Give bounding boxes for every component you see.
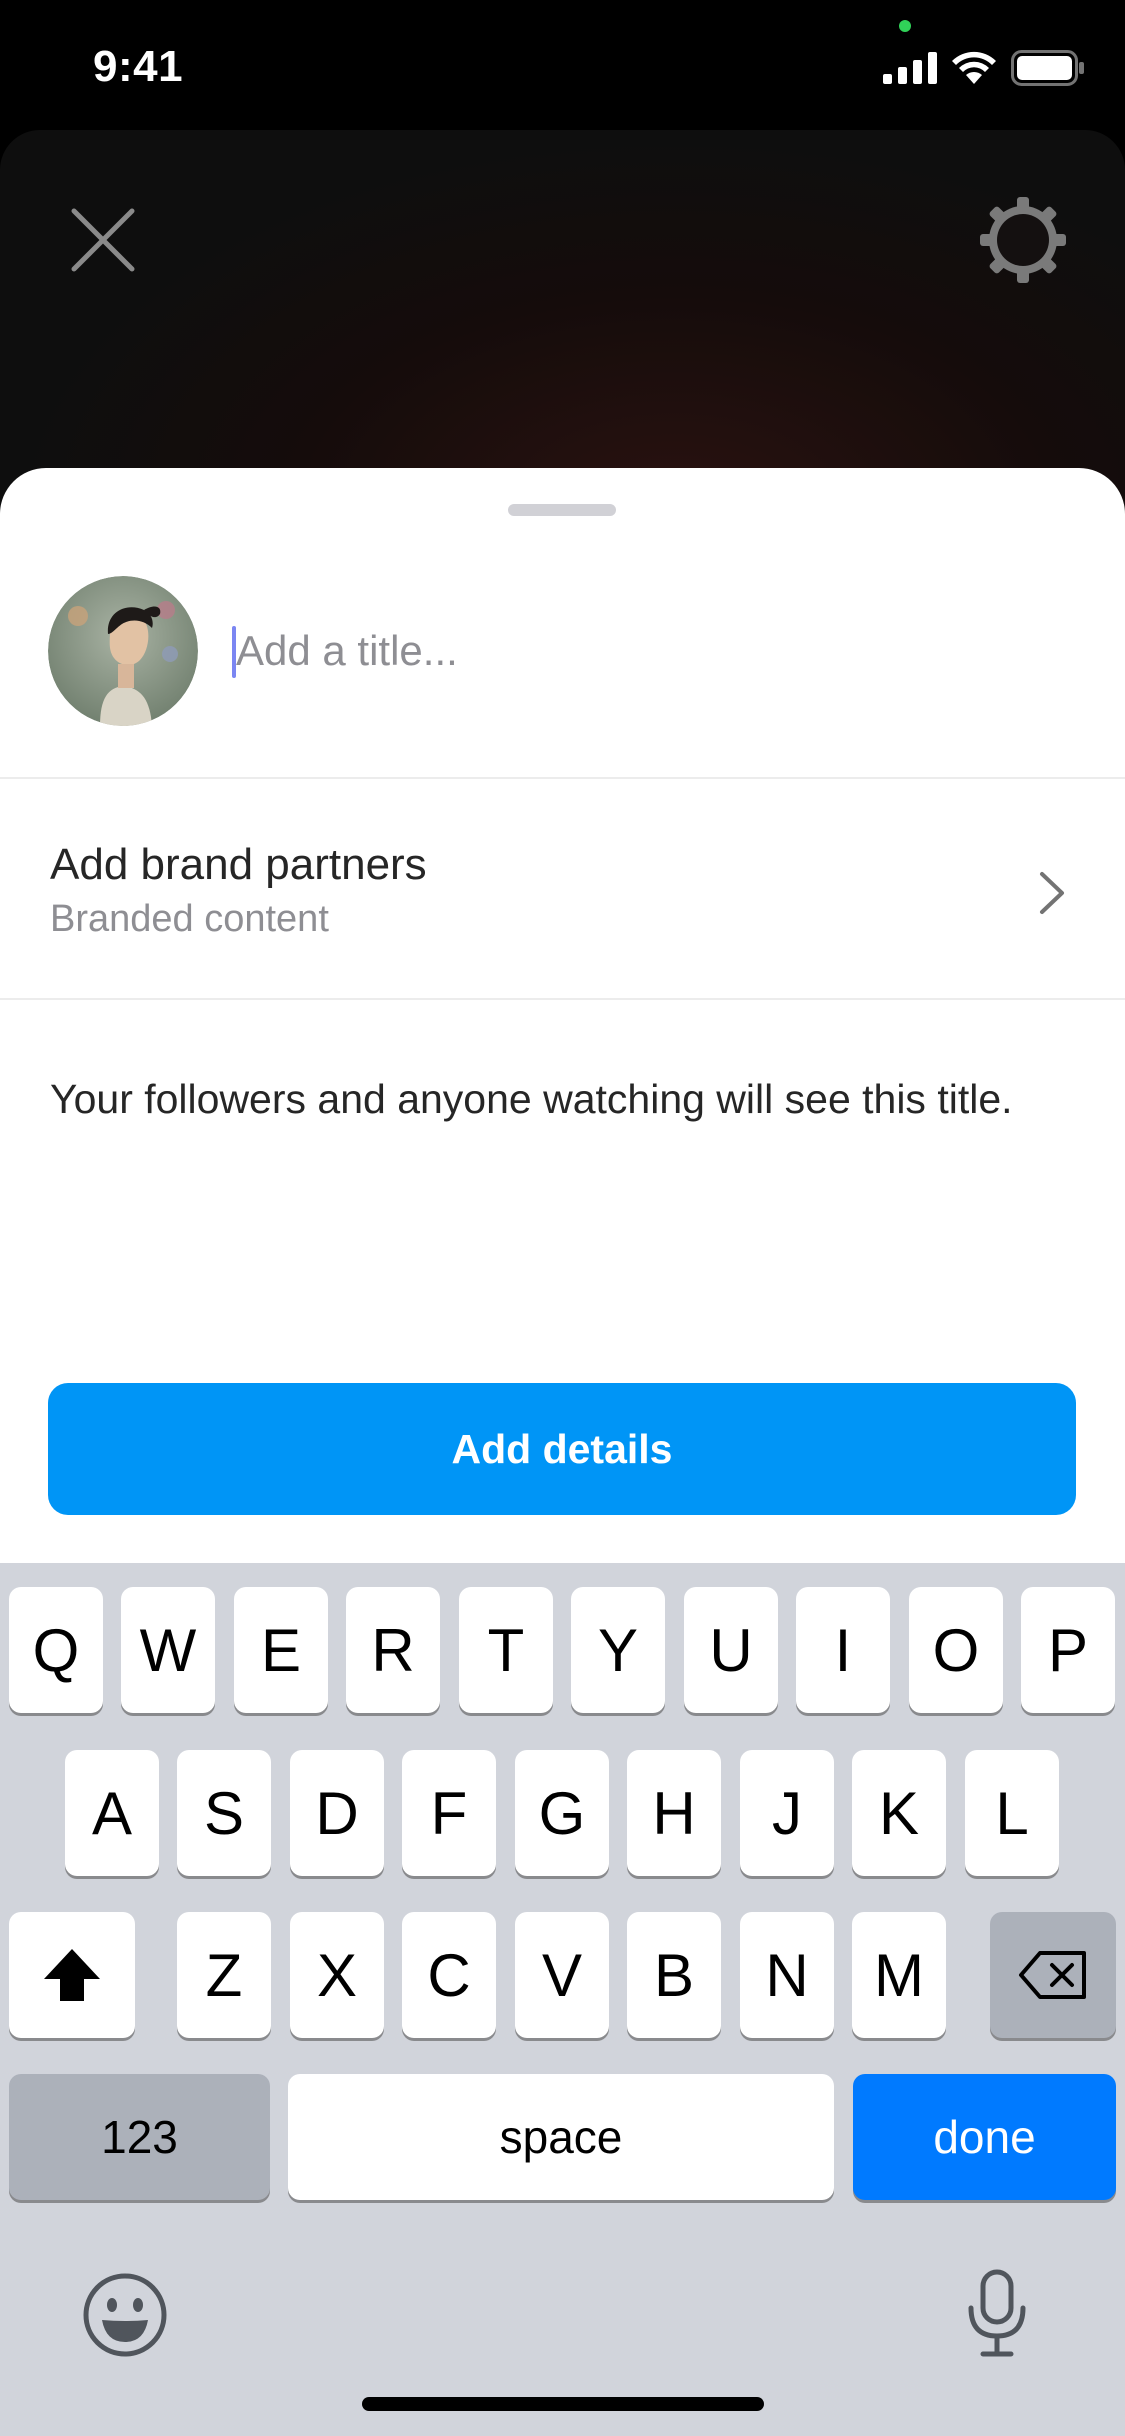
key-w[interactable]: W bbox=[121, 1587, 215, 1713]
key-e[interactable]: E bbox=[234, 1587, 328, 1713]
key-n[interactable]: N bbox=[740, 1912, 834, 2038]
emoji-button[interactable] bbox=[82, 2272, 168, 2358]
numbers-key[interactable]: 123 bbox=[9, 2074, 270, 2200]
microphone-icon bbox=[968, 2269, 1026, 2357]
sheet-grabber[interactable] bbox=[508, 504, 616, 516]
brand-partners-title: Add brand partners bbox=[50, 840, 427, 889]
title-field[interactable] bbox=[232, 618, 1072, 684]
key-r[interactable]: R bbox=[346, 1587, 440, 1713]
space-key[interactable]: space bbox=[288, 2074, 834, 2200]
key-i[interactable]: I bbox=[796, 1587, 890, 1713]
key-k[interactable]: K bbox=[852, 1750, 946, 1876]
key-v[interactable]: V bbox=[515, 1912, 609, 2038]
live-title-sheet: Add brand partners Branded content Your … bbox=[0, 468, 1125, 1563]
divider bbox=[0, 998, 1125, 1000]
key-c[interactable]: C bbox=[402, 1912, 496, 2038]
key-f[interactable]: F bbox=[402, 1750, 496, 1876]
key-y[interactable]: Y bbox=[571, 1587, 665, 1713]
dictation-button[interactable] bbox=[965, 2268, 1029, 2358]
key-h[interactable]: H bbox=[627, 1750, 721, 1876]
key-s[interactable]: S bbox=[177, 1750, 271, 1876]
emoji-icon bbox=[83, 2273, 167, 2357]
key-d[interactable]: D bbox=[290, 1750, 384, 1876]
avatar bbox=[48, 576, 198, 726]
key-j[interactable]: J bbox=[740, 1750, 834, 1876]
key-b[interactable]: B bbox=[627, 1912, 721, 2038]
add-details-button[interactable]: Add details bbox=[48, 1383, 1076, 1515]
key-l[interactable]: L bbox=[965, 1750, 1059, 1876]
close-button[interactable] bbox=[68, 205, 138, 275]
status-icons bbox=[883, 50, 1085, 86]
key-t[interactable]: T bbox=[459, 1587, 553, 1713]
backspace-key[interactable] bbox=[990, 1912, 1116, 2038]
chevron-right-icon bbox=[1040, 872, 1064, 914]
brand-partners-row[interactable]: Add brand partners Branded content bbox=[0, 778, 1125, 998]
key-m[interactable]: M bbox=[852, 1912, 946, 2038]
title-visibility-info: Your followers and anyone watching will … bbox=[50, 1076, 1013, 1122]
close-icon bbox=[71, 208, 135, 272]
key-x[interactable]: X bbox=[290, 1912, 384, 2038]
key-o[interactable]: O bbox=[909, 1587, 1003, 1713]
status-bar: 9:41 bbox=[0, 0, 1125, 130]
done-key[interactable]: done bbox=[853, 2074, 1116, 2200]
shift-key[interactable] bbox=[9, 1912, 135, 2038]
battery-icon bbox=[1011, 50, 1084, 86]
key-z[interactable]: Z bbox=[177, 1912, 271, 2038]
backspace-icon bbox=[1019, 1951, 1086, 1999]
key-u[interactable]: U bbox=[684, 1587, 778, 1713]
settings-button[interactable] bbox=[978, 195, 1068, 285]
brand-partners-subtitle: Branded content bbox=[50, 898, 329, 940]
key-a[interactable]: A bbox=[65, 1750, 159, 1876]
shift-icon bbox=[44, 1949, 100, 2001]
title-input[interactable] bbox=[236, 618, 1066, 684]
camera-in-use-indicator bbox=[899, 20, 911, 32]
wifi-icon bbox=[952, 51, 996, 84]
home-indicator[interactable] bbox=[362, 2397, 764, 2411]
key-q[interactable]: Q bbox=[9, 1587, 103, 1713]
cellular-signal-icon bbox=[883, 52, 937, 84]
gear-icon bbox=[980, 197, 1066, 283]
key-p[interactable]: P bbox=[1021, 1587, 1115, 1713]
status-time: 9:41 bbox=[93, 42, 184, 91]
key-g[interactable]: G bbox=[515, 1750, 609, 1876]
